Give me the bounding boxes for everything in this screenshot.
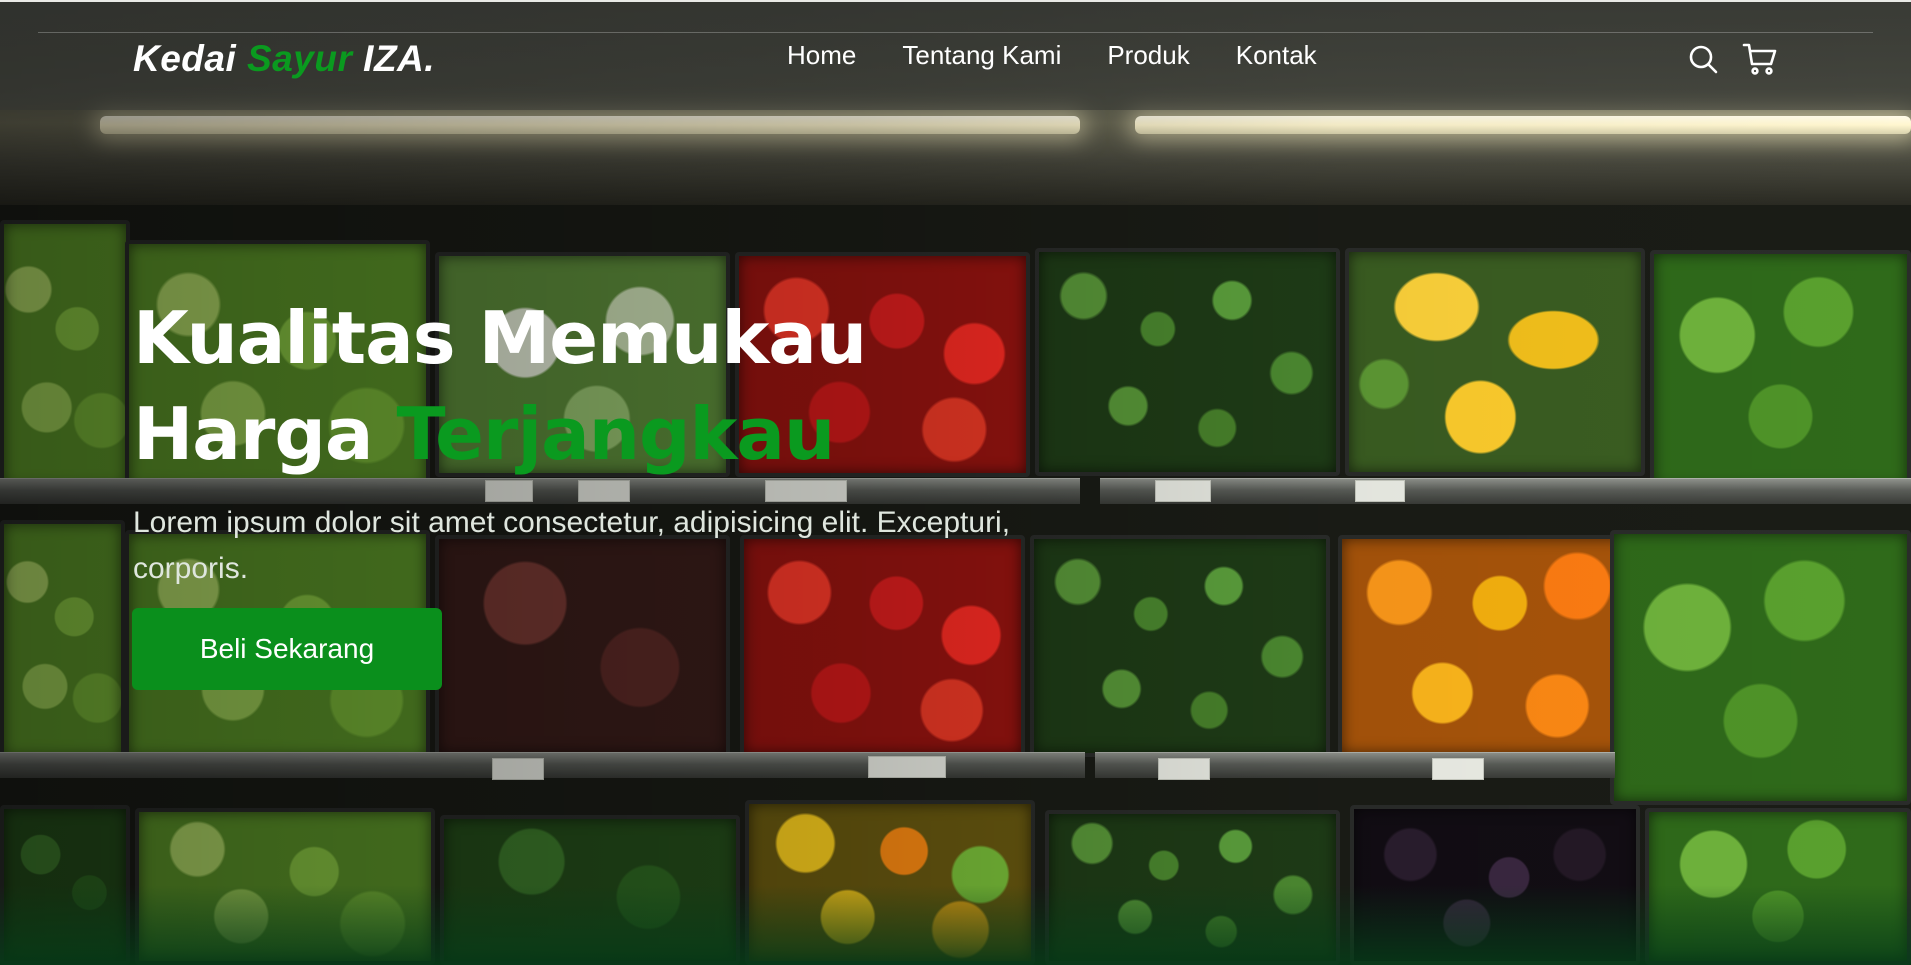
hero-dark-overlay (0, 0, 1911, 965)
logo-text-accent: Sayur (247, 38, 353, 79)
hero-title-accent: Terjangkau (396, 392, 836, 476)
nav-link-produk[interactable]: Produk (1107, 40, 1189, 71)
hero-background-image (0, 0, 1911, 965)
logo-text-part3: IZA. (352, 38, 436, 79)
logo-text-part1: Kedai (133, 38, 248, 79)
hero-title-line2-part1: Harga (133, 392, 397, 476)
hero-title-line1: Kualitas Memukau (133, 296, 867, 380)
search-icon[interactable] (1686, 42, 1720, 76)
hero-title: Kualitas Memukau Harga Terjangkau (133, 290, 867, 482)
navbar-divider (38, 32, 1873, 33)
nav-link-tentang-kami[interactable]: Tentang Kami (902, 40, 1061, 71)
nav-link-kontak[interactable]: Kontak (1236, 40, 1317, 71)
cart-icon[interactable] (1742, 42, 1777, 76)
nav-link-home[interactable]: Home (787, 40, 856, 71)
bottom-green-fade (0, 885, 1911, 965)
buy-now-button[interactable]: Beli Sekarang (132, 608, 442, 690)
nav-menu: Home Tentang Kami Produk Kontak (787, 40, 1317, 71)
site-logo[interactable]: Kedai Sayur IZA. (133, 38, 435, 80)
hero-subtitle: Lorem ipsum dolor sit amet consectetur, … (133, 506, 1011, 585)
navbar: Kedai Sayur IZA. Home Tentang Kami Produ… (0, 0, 1911, 110)
